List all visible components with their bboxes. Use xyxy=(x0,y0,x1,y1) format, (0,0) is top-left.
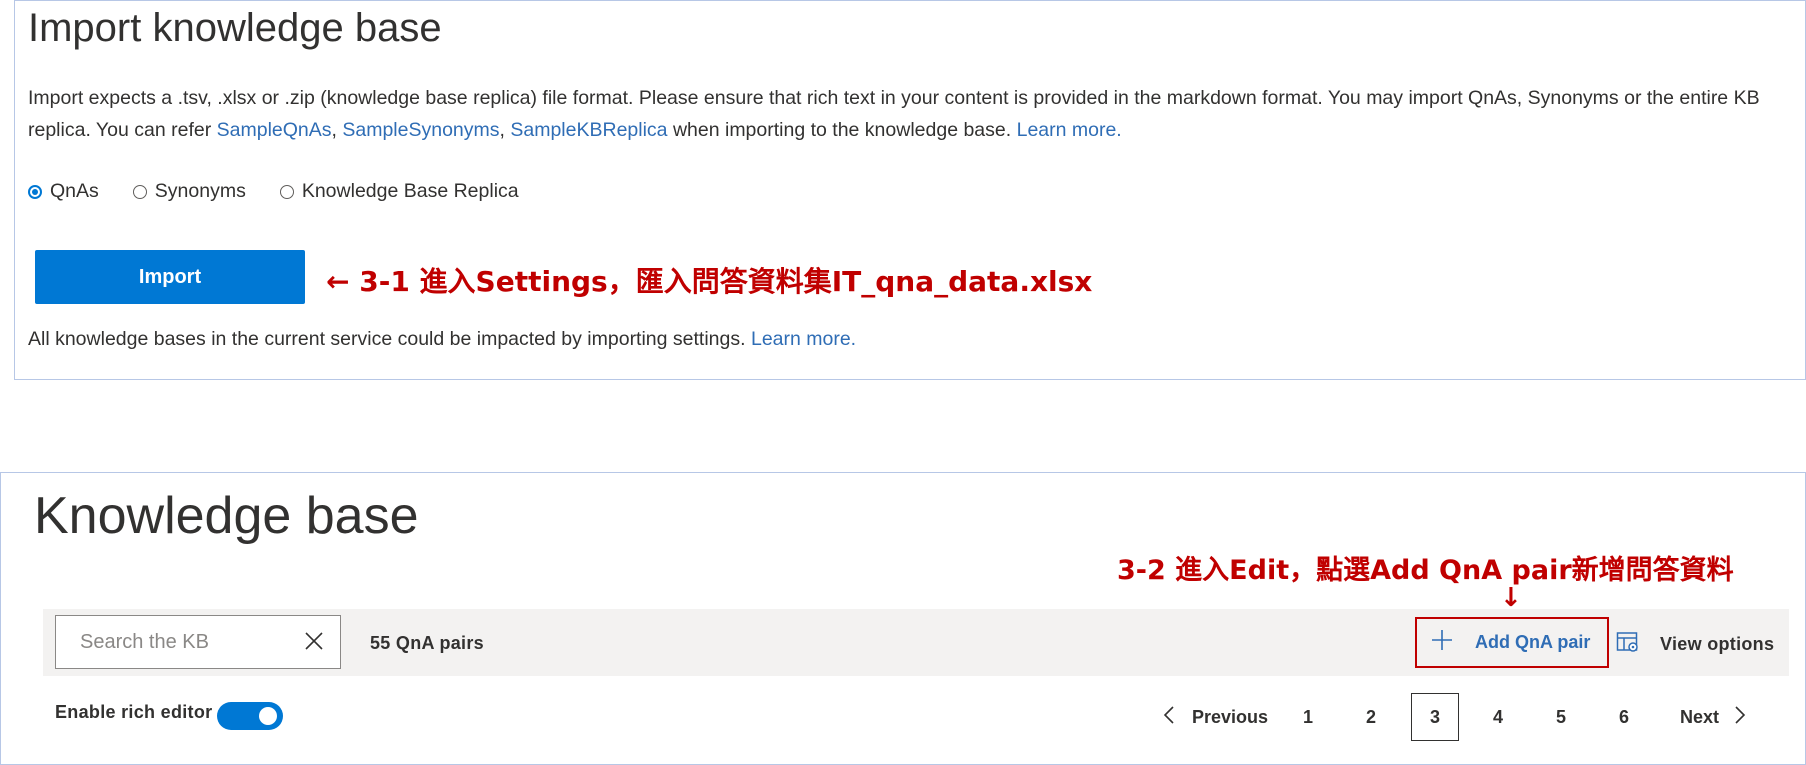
annotation-arrow: ↓ xyxy=(1500,583,1522,613)
radio-button[interactable] xyxy=(132,184,147,199)
sample-synonyms-link[interactable]: SampleSynonyms xyxy=(342,119,499,141)
radio-button-checked[interactable] xyxy=(28,184,42,199)
radio-label: Knowledge Base Replica xyxy=(301,180,519,202)
sample-kb-replica-link[interactable]: SampleKBReplica xyxy=(510,119,667,141)
close-icon[interactable] xyxy=(302,629,326,658)
kb-title: Knowledge base xyxy=(34,487,419,545)
rich-editor-label: Enable rich editor xyxy=(55,702,213,722)
search-input[interactable] xyxy=(78,629,302,655)
page-1[interactable]: 1 xyxy=(1284,693,1332,741)
plus-icon xyxy=(1431,629,1453,656)
import-note: All knowledge bases in the current servi… xyxy=(28,328,856,351)
import-title: Import knowledge base xyxy=(28,6,442,50)
next-label: Next xyxy=(1680,706,1720,727)
separator: , xyxy=(331,119,343,141)
radio-label: Synonyms xyxy=(154,180,246,202)
radio-label: QnAs xyxy=(50,180,99,202)
annotation-step-3-1: ← 3-1 進入Settings，匯入問答資料集IT_qna_data.xlsx xyxy=(326,265,1093,298)
previous-label: Previous xyxy=(1192,706,1269,727)
rich-editor-toggle[interactable] xyxy=(217,702,283,730)
separator: , xyxy=(499,119,511,141)
radio-qnas[interactable]: QnAs xyxy=(28,180,99,203)
page-6[interactable]: 6 xyxy=(1600,693,1648,741)
page-2[interactable]: 2 xyxy=(1347,693,1395,741)
import-button[interactable]: Import xyxy=(35,250,305,304)
view-options-label: View options xyxy=(1660,634,1775,654)
learn-more-link[interactable]: Learn more. xyxy=(1017,119,1122,141)
chevron-left-icon xyxy=(1162,705,1176,730)
page-3-current[interactable]: 3 xyxy=(1411,693,1459,741)
note-learn-more-link[interactable]: Learn more. xyxy=(751,328,856,350)
import-description: Import expects a .tsv, .xlsx or .zip (kn… xyxy=(28,82,1768,146)
sample-qnas-link[interactable]: SampleQnAs xyxy=(217,119,332,141)
radio-kb-replica[interactable]: Knowledge Base Replica xyxy=(279,180,519,203)
description-text-end: when importing to the knowledge base. xyxy=(667,119,1017,141)
pagination-next[interactable]: Next xyxy=(1680,693,1747,741)
page-4[interactable]: 4 xyxy=(1474,693,1522,741)
note-text: All knowledge bases in the current servi… xyxy=(28,328,751,350)
qna-pairs-count: 55 QnA pairs xyxy=(370,633,484,653)
search-box[interactable] xyxy=(55,615,341,669)
view-options-button[interactable]: View options xyxy=(1616,630,1774,659)
radio-synonyms[interactable]: Synonyms xyxy=(132,180,246,203)
add-qna-pair-label: Add QnA pair xyxy=(1475,632,1591,652)
pagination-previous[interactable]: Previous xyxy=(1162,693,1268,741)
view-options-icon xyxy=(1616,630,1640,659)
add-qna-pair-button[interactable]: Add QnA pair xyxy=(1415,617,1609,668)
radio-button[interactable] xyxy=(279,184,294,199)
chevron-right-icon xyxy=(1733,705,1747,730)
annotation-step-3-2: 3-2 進入Edit，點選Add QnA pair新增問答資料 xyxy=(1117,555,1734,586)
page-5[interactable]: 5 xyxy=(1537,693,1585,741)
import-type-radio-group: QnAs Synonyms Knowledge Base Replica xyxy=(28,180,553,203)
